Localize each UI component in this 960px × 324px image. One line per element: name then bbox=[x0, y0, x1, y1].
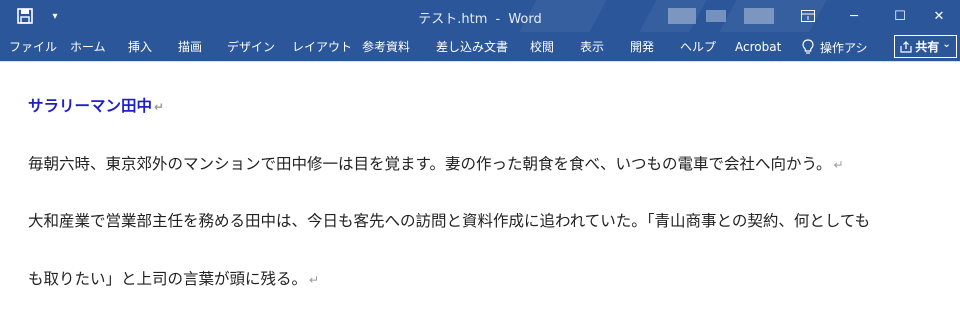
tell-me-search[interactable]: 操作アシ bbox=[802, 32, 868, 61]
paragraph-2-text-line-2: も取りたい」と上司の言葉が頭に残る。 bbox=[28, 270, 308, 288]
tab-references[interactable]: 参考資料 bbox=[362, 32, 410, 61]
file-name: テスト.htm bbox=[418, 12, 488, 27]
tab-design[interactable]: デザイン bbox=[227, 32, 275, 61]
paragraph-1[interactable]: 毎朝六時、東京郊外のマンションで田中修一は目を覚ます。妻の作った朝食を食べ、いつ… bbox=[28, 152, 844, 174]
tab-view[interactable]: 表示 bbox=[580, 32, 604, 61]
heading-text: サラリーマン田中 bbox=[28, 97, 153, 115]
chevron-down-icon: ▾ bbox=[52, 10, 58, 22]
paragraph-2-line-1[interactable]: 大和産業で営業部主任を務める田中は、今日も客先への訪問と資料作成に追われていた。… bbox=[28, 209, 870, 231]
maximize-icon: ☐ bbox=[894, 8, 906, 24]
tab-layout[interactable]: レイアウト bbox=[292, 32, 352, 61]
save-icon[interactable] bbox=[14, 6, 36, 26]
tab-review[interactable]: 校閲 bbox=[530, 32, 554, 61]
tell-me-label: 操作アシ bbox=[820, 40, 868, 55]
title-separator: - bbox=[495, 12, 501, 27]
lightbulb-icon bbox=[802, 39, 814, 54]
paragraph-2-line-2[interactable]: も取りたい」と上司の言葉が頭に残る。 ↵ bbox=[28, 267, 319, 289]
paragraph-2-text-line-1: 大和産業で営業部主任を務める田中は、今日も客先への訪問と資料作成に追われていた。… bbox=[28, 212, 871, 230]
account-name[interactable] bbox=[706, 10, 726, 22]
ribbon-tab-bar: ファイル ホーム 挿入 描画 デザイン レイアウト 参考資料 差し込み文書 校閲… bbox=[0, 32, 960, 62]
tab-insert[interactable]: 挿入 bbox=[128, 32, 152, 61]
title-bar: ▾ テスト.htm - Word ─ ☐ ✕ bbox=[0, 0, 960, 32]
minimize-icon: ─ bbox=[850, 8, 858, 24]
paragraph-mark: ↵ bbox=[309, 273, 320, 287]
paragraph-mark: ↵ bbox=[154, 100, 165, 114]
chevron-down-icon: ⌄ bbox=[942, 39, 951, 50]
share-button[interactable]: 共有 ⌄ bbox=[894, 35, 957, 58]
customize-quick-access-dropdown[interactable]: ▾ bbox=[48, 6, 62, 26]
close-button[interactable]: ✕ bbox=[916, 0, 960, 32]
document-page[interactable]: サラリーマン田中 ↵ 毎朝六時、東京郊外のマンションで田中修一は目を覚ます。妻の作… bbox=[0, 62, 960, 324]
ribbon-display-icon bbox=[801, 10, 815, 22]
paragraph-1-text: 毎朝六時、東京郊外のマンションで田中修一は目を覚ます。妻の作った朝食を食べ、いつ… bbox=[28, 155, 832, 173]
tab-home[interactable]: ホーム bbox=[70, 32, 106, 61]
title-bar-pattern bbox=[503, 0, 607, 32]
document-heading[interactable]: サラリーマン田中 ↵ bbox=[28, 94, 164, 116]
share-label: 共有 bbox=[915, 40, 940, 54]
paragraph-mark: ↵ bbox=[833, 158, 844, 172]
tab-mailings[interactable]: 差し込み文書 bbox=[436, 32, 508, 61]
share-icon bbox=[900, 40, 912, 53]
account-avatar[interactable] bbox=[668, 8, 696, 24]
tab-developer[interactable]: 開発 bbox=[630, 32, 654, 61]
minimize-button[interactable]: ─ bbox=[831, 0, 877, 32]
tab-draw[interactable]: 描画 bbox=[178, 32, 202, 61]
tab-acrobat[interactable]: Acrobat bbox=[735, 32, 781, 61]
tab-file[interactable]: ファイル bbox=[9, 32, 57, 61]
close-icon: ✕ bbox=[933, 8, 945, 24]
tab-help[interactable]: ヘルプ bbox=[680, 32, 716, 61]
ribbon-display-options-button[interactable] bbox=[785, 0, 831, 32]
account-name[interactable] bbox=[744, 8, 774, 24]
